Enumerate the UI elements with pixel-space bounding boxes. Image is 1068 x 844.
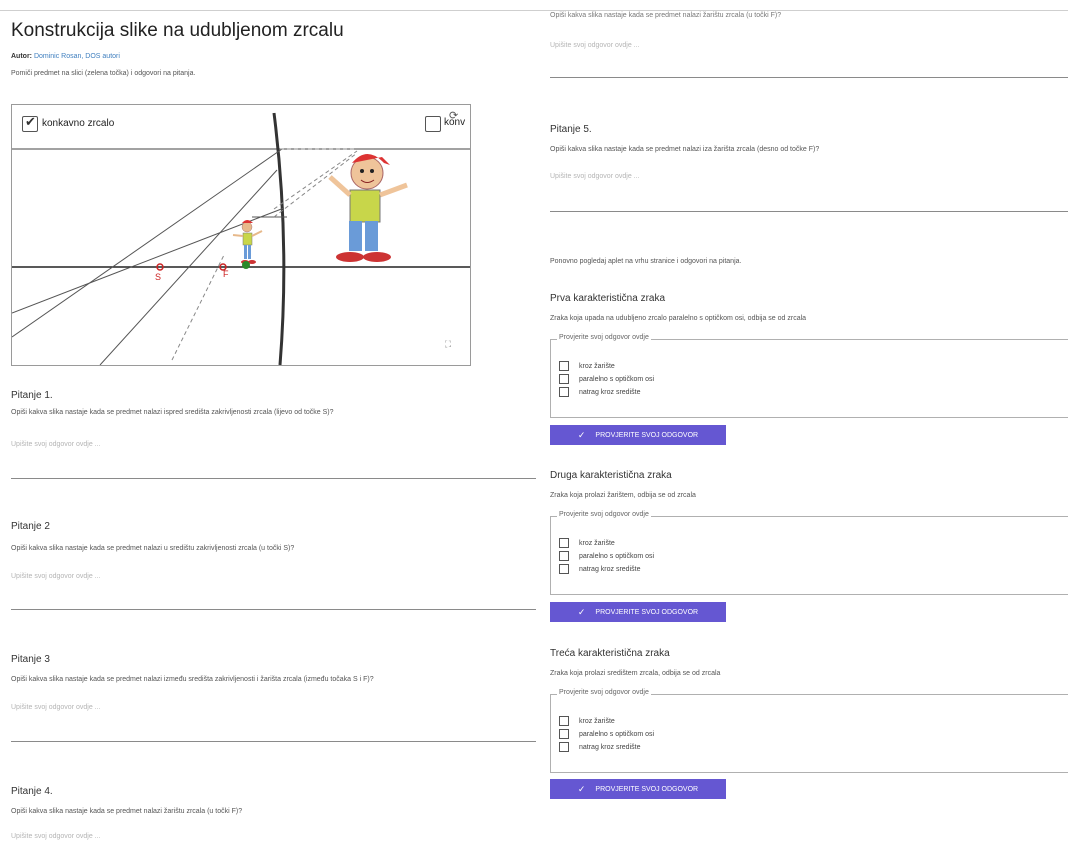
ray-3-legend: Provjerite svoj odgovor ovdje: [557, 689, 651, 696]
question-5-input[interactable]: Upišite svoj odgovor ovdje ...: [550, 173, 640, 180]
question-4-input[interactable]: Upišite svoj odgovor ovdje ...: [11, 833, 101, 840]
ray-3-option-1[interactable]: kroz žarište: [559, 716, 615, 726]
checkbox[interactable]: [559, 742, 569, 752]
checkbox[interactable]: [559, 564, 569, 574]
option-label: paralelno s optičkom osi: [579, 375, 655, 383]
ray-1-check-button[interactable]: ✓ PROVJERITE SVOJ ODGOVOR: [550, 425, 726, 445]
question-4-underline: [550, 77, 1068, 78]
ray-3-desc: Zraka koja prolazi središtem zrcala, odb…: [550, 670, 721, 677]
question-2-text: Opiši kakva slika nastaje kada se predme…: [11, 545, 295, 552]
check-icon: ✓: [577, 429, 586, 440]
author-line: Autor: Dominic Rosan, DOS autori: [11, 53, 120, 60]
label-f: F: [223, 269, 229, 279]
ray-3-title: Treća karakteristična zraka: [550, 648, 670, 659]
right-column: Opiši kakva slika nastaje kada se predme…: [536, 0, 1068, 844]
author-label: Autor:: [11, 53, 32, 60]
question-3-underline: [11, 741, 536, 742]
ray-2-legend: Provjerite svoj odgovor ovdje: [557, 511, 651, 518]
checkbox[interactable]: [559, 374, 569, 384]
button-label: PROVJERITE SVOJ ODGOVOR: [595, 785, 699, 793]
ray-3-check-group: Provjerite svoj odgovor ovdje kroz žariš…: [550, 689, 1068, 773]
dashed-ray-3: [273, 152, 358, 218]
refresh-icon[interactable]: ⟳: [449, 109, 458, 122]
question-5-title: Pitanje 5.: [550, 124, 592, 135]
button-label: PROVJERITE SVOJ ODGOVOR: [595, 431, 699, 439]
question-3-title: Pitanje 3: [11, 654, 50, 665]
left-column: Konstrukcija slike na udubljenom zrcalu …: [0, 0, 536, 844]
geogebra-applet[interactable]: ✔ konkavno zrcalo konv ⟳ S F ⛶: [11, 104, 471, 366]
button-label: PROVJERITE SVOJ ODGOVOR: [595, 608, 699, 616]
question-4-input-continued[interactable]: Upišite svoj odgovor ovdje ...: [550, 42, 640, 49]
checkbox[interactable]: [559, 538, 569, 548]
question-4-text-continued: Opiši kakva slika nastaje kada se predme…: [550, 12, 782, 19]
ray-2-title: Druga karakteristična zraka: [550, 470, 672, 481]
ray-1-title: Prva karakteristična zraka: [550, 293, 666, 304]
question-3-input[interactable]: Upišite svoj odgovor ovdje ...: [11, 704, 101, 711]
ray-1-legend: Provjerite svoj odgovor ovdje: [557, 334, 651, 341]
image-figure: [328, 154, 408, 262]
ray-2-option-3[interactable]: natrag kroz središte: [559, 564, 640, 574]
option-label: natrag kroz središte: [579, 388, 641, 396]
applet-canvas[interactable]: [12, 105, 470, 365]
check-icon: ✓: [577, 606, 586, 617]
object-figure: [232, 220, 263, 264]
instruction-text: Pomiči predmet na slici (zelena točka) i…: [11, 70, 196, 77]
ray-2-check-button[interactable]: ✓ PROVJERITE SVOJ ODGOVOR: [550, 602, 726, 622]
ray-1-desc: Zraka koja upada na udubljeno zrcalo par…: [550, 315, 807, 322]
question-3-text: Opiši kakva slika nastaje kada se predme…: [11, 676, 374, 683]
author-link[interactable]: Dominic Rosan, DOS autori: [34, 53, 120, 60]
ray-1-check-group: Provjerite svoj odgovor ovdje kroz žariš…: [550, 334, 1068, 418]
check-icon: ✓: [577, 783, 586, 794]
ray-1-option-3[interactable]: natrag kroz središte: [559, 387, 640, 397]
ray-1-option-1[interactable]: kroz žarište: [559, 361, 615, 371]
option-label: kroz žarište: [579, 539, 615, 547]
convex-checkbox[interactable]: [425, 116, 441, 132]
fullscreen-icon[interactable]: ⛶: [442, 339, 454, 351]
checkbox[interactable]: [559, 551, 569, 561]
question-5-text: Opiši kakva slika nastaje kada se predme…: [550, 146, 820, 153]
object-handle-point: [242, 261, 250, 269]
ray-2-option-2[interactable]: paralelno s optičkom osi: [559, 551, 654, 561]
question-1-input[interactable]: Upišite svoj odgovor ovdje ...: [11, 441, 101, 448]
option-label: kroz žarište: [579, 362, 615, 370]
question-4-text: Opiši kakva slika nastaje kada se predme…: [11, 808, 243, 815]
ray-3-option-2[interactable]: paralelno s optičkom osi: [559, 729, 654, 739]
ray-2-desc: Zraka koja prolazi žarištem, odbija se o…: [550, 492, 696, 499]
question-4-title: Pitanje 4.: [11, 786, 53, 797]
dashed-ray-4: [171, 254, 225, 361]
question-1-text: Opiši kakva slika nastaje kada se predme…: [11, 409, 334, 416]
question-2-underline: [11, 609, 536, 610]
option-label: paralelno s optičkom osi: [579, 552, 655, 560]
checkbox[interactable]: [559, 716, 569, 726]
question-2-title: Pitanje 2: [11, 521, 50, 532]
checkbox[interactable]: [559, 387, 569, 397]
ray-1-option-2[interactable]: paralelno s optičkom osi: [559, 374, 654, 384]
label-s: S: [155, 272, 162, 282]
option-label: kroz žarište: [579, 717, 615, 725]
question-2-input[interactable]: Upišite svoj odgovor ovdje ...: [11, 573, 101, 580]
concave-checkbox[interactable]: ✔: [22, 114, 38, 132]
revisit-instruction: Ponovno pogledaj aplet na vrhu stranice …: [550, 258, 742, 265]
ray-line-1: [12, 148, 283, 338]
dashed-ray-2: [273, 150, 358, 210]
option-label: paralelno s optičkom osi: [579, 730, 655, 738]
page-title: Konstrukcija slike na udubljenom zrcalu: [11, 20, 344, 41]
question-1-title: Pitanje 1.: [11, 390, 53, 401]
ray-3-option-3[interactable]: natrag kroz središte: [559, 742, 640, 752]
question-5-underline: [550, 211, 1068, 212]
ray-2-check-group: Provjerite svoj odgovor ovdje kroz žariš…: [550, 511, 1068, 595]
concave-checkbox-label: konkavno zrcalo: [42, 118, 115, 129]
option-label: natrag kroz središte: [579, 565, 641, 573]
ray-3-check-button[interactable]: ✓ PROVJERITE SVOJ ODGOVOR: [550, 779, 726, 799]
question-1-underline: [11, 478, 536, 479]
checkmark-icon: ✔: [25, 114, 36, 129]
ray-2-option-1[interactable]: kroz žarište: [559, 538, 615, 548]
checkbox[interactable]: [559, 361, 569, 371]
checkbox[interactable]: [559, 729, 569, 739]
option-label: natrag kroz središte: [579, 743, 641, 751]
